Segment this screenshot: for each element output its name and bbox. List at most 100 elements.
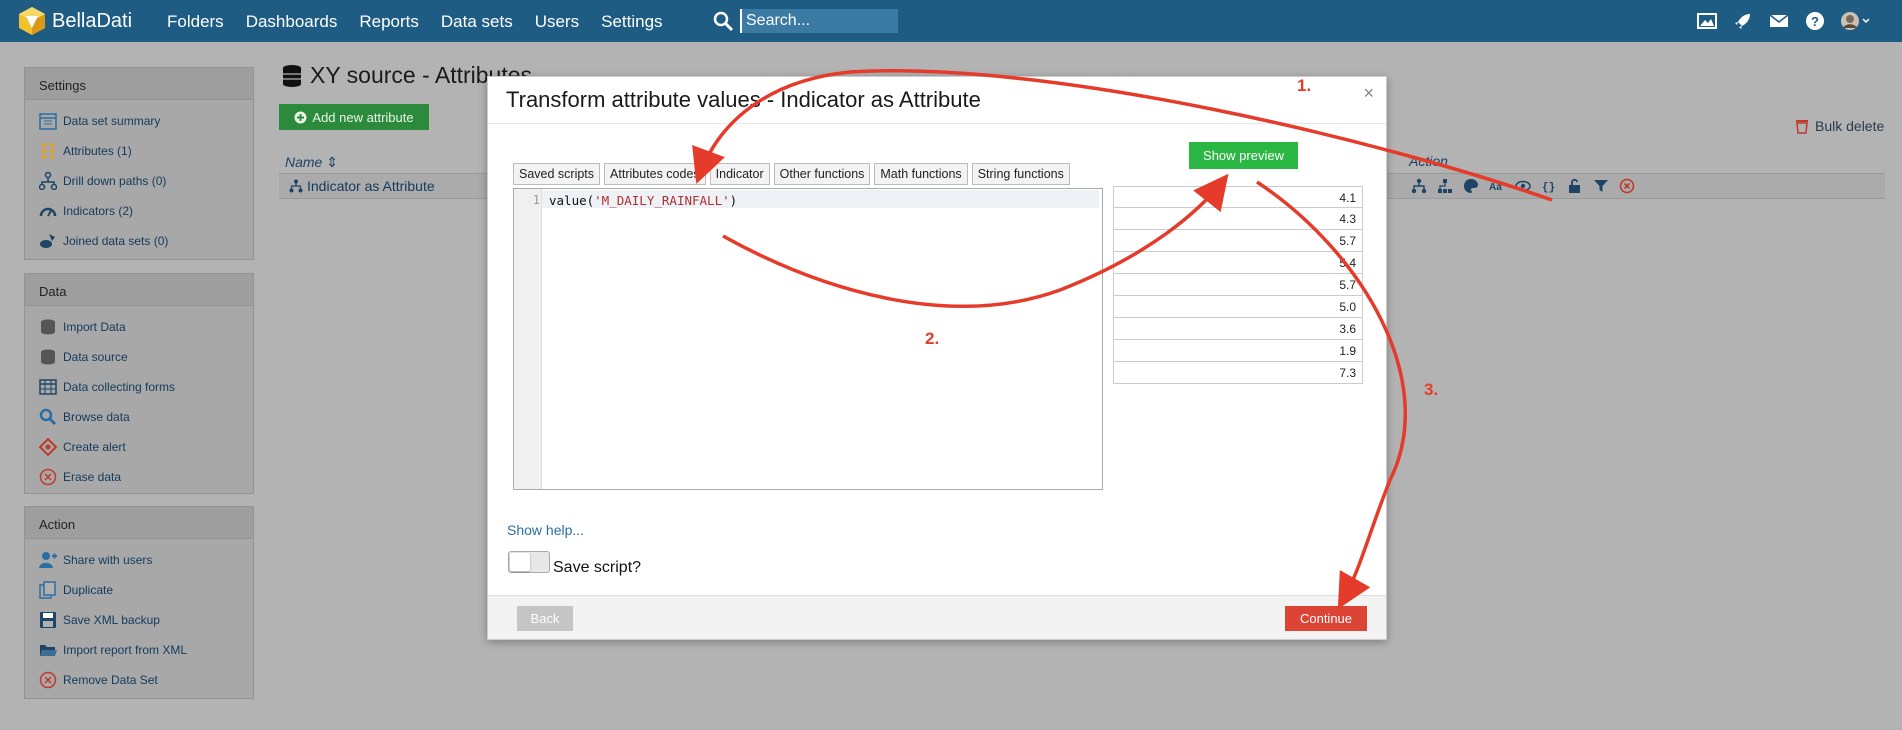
tab-saved-scripts[interactable]: Saved scripts — [513, 163, 601, 185]
sidebar-item-attributes[interactable]: Attributes (1) — [25, 136, 253, 166]
sidebar-item-import-data[interactable]: Import Data — [25, 312, 253, 342]
sidebar-item-data-source[interactable]: Data source — [25, 342, 253, 372]
attribute-name-link[interactable]: Indicator as Attribute — [289, 178, 435, 194]
save-icon — [39, 611, 57, 629]
search-box — [712, 9, 898, 33]
sidebar-item-create-alert[interactable]: Create alert — [25, 432, 253, 462]
back-button[interactable]: Back — [517, 606, 573, 631]
nav-dashboards[interactable]: Dashboards — [246, 12, 338, 32]
close-icon[interactable]: × — [1363, 83, 1374, 104]
help-icon[interactable]: ? — [1804, 11, 1826, 31]
sidebar-item-browse-data[interactable]: Browse data — [25, 402, 253, 432]
table-row: 3.6 — [1113, 318, 1363, 340]
nav-data-sets[interactable]: Data sets — [441, 12, 513, 32]
tree-icon[interactable] — [1436, 177, 1454, 195]
database-icon — [39, 348, 57, 366]
sidebar-item-data-collecting-forms[interactable]: Data collecting forms — [25, 372, 253, 402]
translate-icon[interactable]: Aa — [1488, 177, 1506, 195]
save-script-toggle[interactable] — [508, 551, 550, 573]
nav-users[interactable]: Users — [535, 12, 579, 32]
main-nav: Folders Dashboards Reports Data sets Use… — [167, 12, 663, 32]
sidebar-item-label: Save XML backup — [63, 613, 160, 627]
table-icon — [39, 378, 57, 396]
sidebar-item-label: Data source — [63, 350, 128, 364]
sidebar-item-label: Browse data — [63, 410, 130, 424]
nav-folders[interactable]: Folders — [167, 12, 224, 32]
add-new-attribute-button[interactable]: Add new attribute — [279, 104, 429, 130]
column-name-header[interactable]: Name ⇕ — [285, 154, 338, 171]
tab-string-functions[interactable]: String functions — [971, 163, 1070, 185]
hierarchy-icon — [289, 179, 303, 193]
table-row: 4.3 — [1113, 208, 1363, 230]
erase-icon — [39, 468, 57, 486]
table-row: 5.0 — [1113, 296, 1363, 318]
braces-icon[interactable]: {} — [1540, 177, 1558, 195]
sidebar-item-label: Data set summary — [63, 114, 161, 128]
panel-title-settings: Settings — [25, 68, 253, 100]
tab-other-functions[interactable]: Other functions — [773, 163, 871, 185]
folder-open-icon — [39, 641, 57, 659]
continue-button[interactable]: Continue — [1285, 606, 1367, 631]
show-help-link[interactable]: Show help... — [507, 522, 584, 538]
code-line[interactable]: value('M_DAILY_RAINFALL') — [549, 193, 737, 208]
sidebar-item-label: Data collecting forms — [63, 380, 176, 394]
database-icon — [283, 64, 301, 87]
calendar-icon — [39, 112, 57, 130]
function-tabs: Saved scripts Attributes codes Indicator… — [513, 163, 1070, 185]
dialog-footer: Back Continue — [488, 595, 1386, 639]
sidebar-item-label: Joined data sets (0) — [63, 234, 169, 248]
sidebar-item-duplicate[interactable]: Duplicate — [25, 575, 253, 605]
save-script-label: Save script? — [553, 559, 642, 576]
panel-title-action: Action — [25, 507, 253, 539]
user-add-icon — [39, 551, 57, 569]
add-new-attribute-label: Add new attribute — [312, 109, 414, 125]
sidebar-item-joined-data-sets[interactable]: Joined data sets (0) — [25, 226, 253, 256]
delete-icon[interactable] — [1618, 177, 1636, 195]
gauge-icon — [39, 202, 57, 220]
sidebar-item-import-report-from-xml[interactable]: Import report from XML — [25, 635, 253, 665]
transform-dialog: Transform attribute values - Indicator a… — [487, 76, 1387, 640]
mail-icon[interactable] — [1768, 11, 1790, 31]
attributes-icon — [39, 142, 57, 160]
palette-icon[interactable] — [1462, 177, 1480, 195]
show-preview-button[interactable]: Show preview — [1189, 142, 1298, 169]
table-row: 5.4 — [1113, 252, 1363, 274]
svg-text:?: ? — [1811, 14, 1819, 29]
search-input[interactable] — [740, 9, 898, 33]
rocket-icon[interactable] — [1732, 11, 1754, 31]
sidebar-item-label: Attributes (1) — [63, 144, 132, 158]
join-icon — [39, 232, 57, 250]
database-icon — [39, 318, 57, 336]
tab-indicator[interactable]: Indicator — [709, 163, 770, 185]
nav-reports[interactable]: Reports — [359, 12, 419, 32]
tab-attributes-codes[interactable]: Attributes codes — [604, 163, 706, 185]
hierarchy-icon[interactable] — [1410, 177, 1428, 195]
sidebar-item-remove-data-set[interactable]: Remove Data Set — [25, 665, 253, 695]
sidebar-item-share-with-users[interactable]: Share with users — [25, 545, 253, 575]
alert-icon — [39, 438, 57, 456]
hierarchy-icon — [39, 172, 57, 190]
nav-settings[interactable]: Settings — [601, 12, 662, 32]
sidebar-item-erase-data[interactable]: Erase data — [25, 462, 253, 492]
column-action-header: Action — [1409, 153, 1448, 169]
sidebar-item-save-xml-backup[interactable]: Save XML backup — [25, 605, 253, 635]
code-editor[interactable]: 1 value('M_DAILY_RAINFALL') — [513, 188, 1103, 490]
eye-icon[interactable] — [1514, 177, 1532, 195]
tab-math-functions[interactable]: Math functions — [874, 163, 968, 185]
belladati-logo-icon — [19, 7, 45, 35]
avatar[interactable] — [1840, 11, 1872, 31]
data-panel: Data Import Data Data source Data collec… — [24, 273, 254, 494]
dialog-title: Transform attribute values - Indicator a… — [506, 87, 981, 112]
svg-text:{}: {} — [1542, 182, 1555, 194]
sidebar-item-drill-down-paths[interactable]: Drill down paths (0) — [25, 166, 253, 196]
sidebar-item-indicators[interactable]: Indicators (2) — [25, 196, 253, 226]
search-icon[interactable] — [712, 10, 734, 32]
image-icon[interactable] — [1696, 11, 1718, 31]
sidebar-item-data-set-summary[interactable]: Data set summary — [25, 106, 253, 136]
filter-icon[interactable] — [1592, 177, 1610, 195]
action-panel: Action Share with users Duplicate Save X… — [24, 506, 254, 699]
bulk-delete-button[interactable]: Bulk delete — [1795, 118, 1884, 134]
logo[interactable]: BellaDati — [18, 6, 132, 36]
sort-icon[interactable]: ⇕ — [326, 154, 338, 170]
unlock-icon[interactable] — [1566, 177, 1584, 195]
